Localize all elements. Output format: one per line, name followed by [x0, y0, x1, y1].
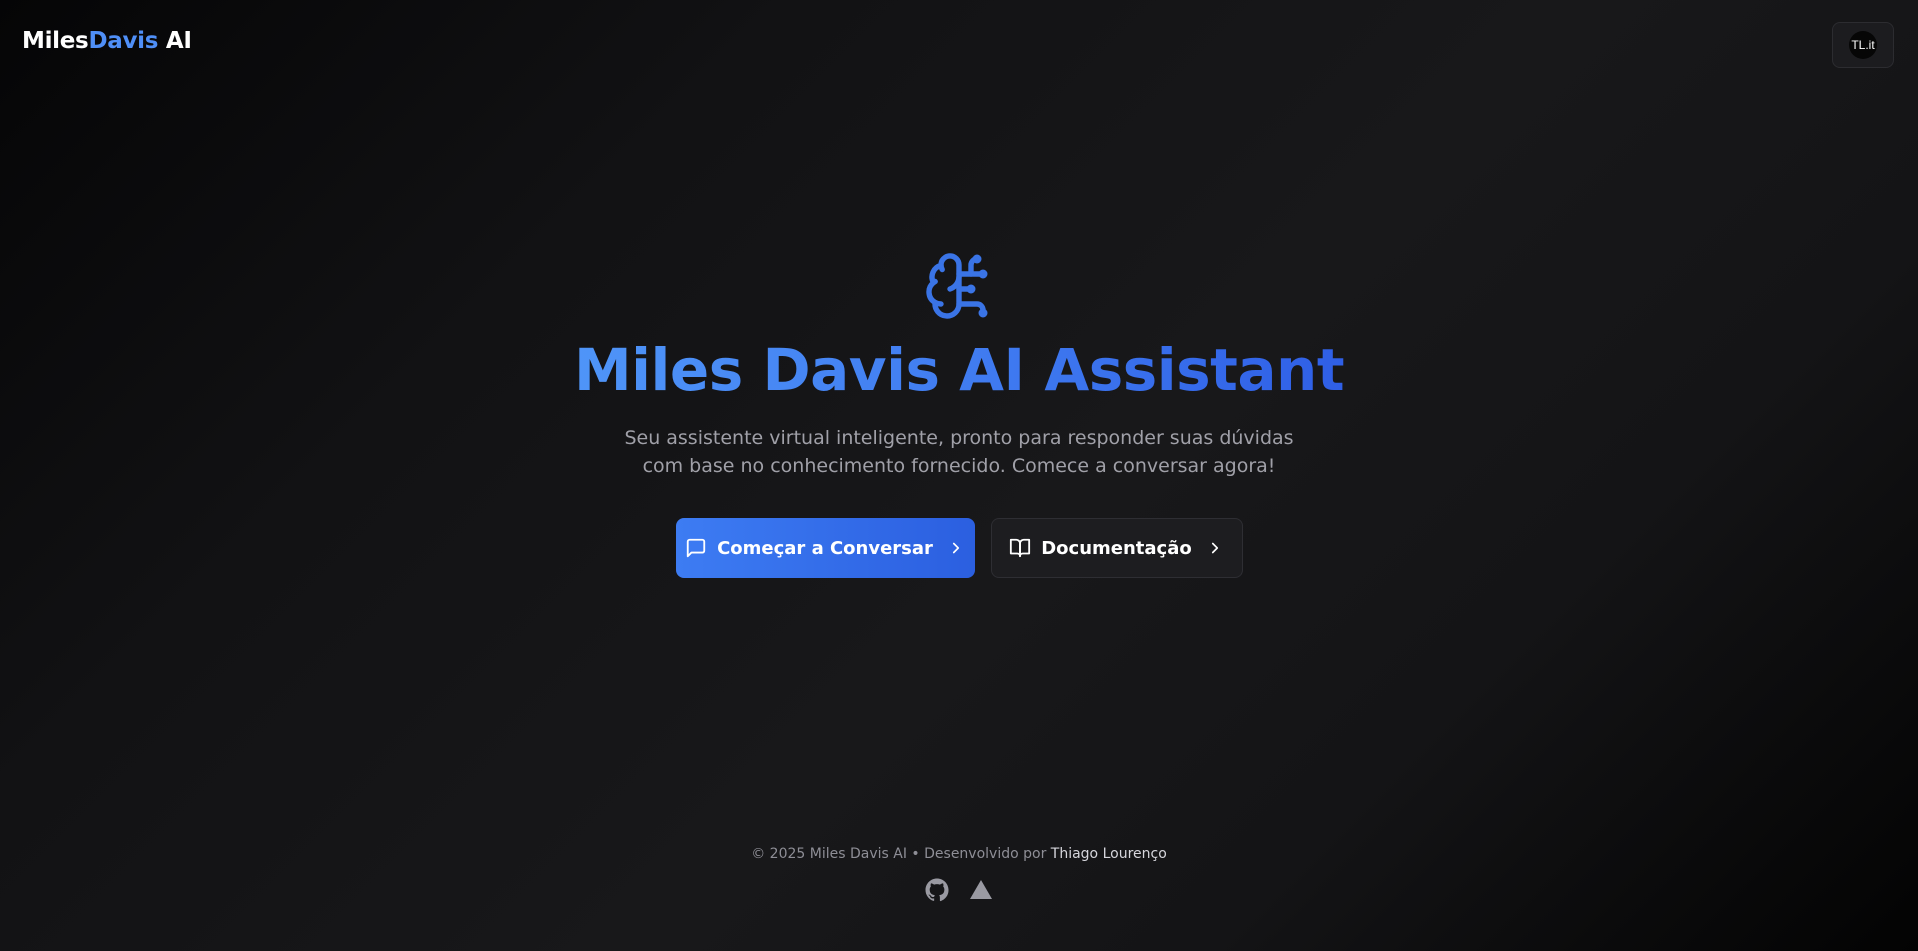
logo-text-davis: Davis: [88, 28, 159, 54]
hero-section: Miles Davis AI Assistant Seu assistente …: [0, 250, 1918, 578]
copyright-text: © 2025 Miles Davis AI: [751, 846, 907, 862]
hero-actions: Começar a Conversar Documentação: [675, 518, 1243, 578]
hero-subtitle: Seu assistente virtual inteligente, pron…: [624, 427, 1294, 477]
user-menu-button[interactable]: TL.it: [1832, 22, 1894, 68]
documentation-button[interactable]: Documentação: [990, 518, 1243, 578]
documentation-label: Documentação: [1041, 537, 1192, 559]
logo[interactable]: MilesDavis AI: [22, 28, 192, 54]
start-chat-button[interactable]: Começar a Conversar: [675, 518, 975, 578]
footer-credits: © 2025 Miles Davis AI • Desenvolvido por…: [751, 846, 1167, 862]
book-open-icon: [1010, 538, 1031, 558]
footer-separator: •: [911, 846, 920, 862]
github-icon[interactable]: [925, 878, 949, 902]
logo-text-miles: Miles: [22, 28, 89, 54]
developed-by-text: Desenvolvido por: [924, 846, 1047, 862]
author-link[interactable]: Thiago Lourenço: [1051, 846, 1167, 862]
chevron-right-icon: [952, 542, 959, 554]
footer-social-links: [925, 878, 993, 902]
chevron-right-icon: [1211, 542, 1218, 554]
avatar: TL.it: [1849, 31, 1877, 59]
footer: © 2025 Miles Davis AI • Desenvolvido por…: [0, 846, 1918, 902]
logo-text-ai: AI: [165, 28, 192, 54]
page-title: Miles Davis AI Assistant: [574, 330, 1345, 410]
start-chat-label: Começar a Conversar: [717, 537, 933, 559]
vercel-icon[interactable]: [969, 878, 993, 902]
message-square-icon: [686, 538, 706, 558]
brain-circuit-icon: [926, 253, 988, 319]
